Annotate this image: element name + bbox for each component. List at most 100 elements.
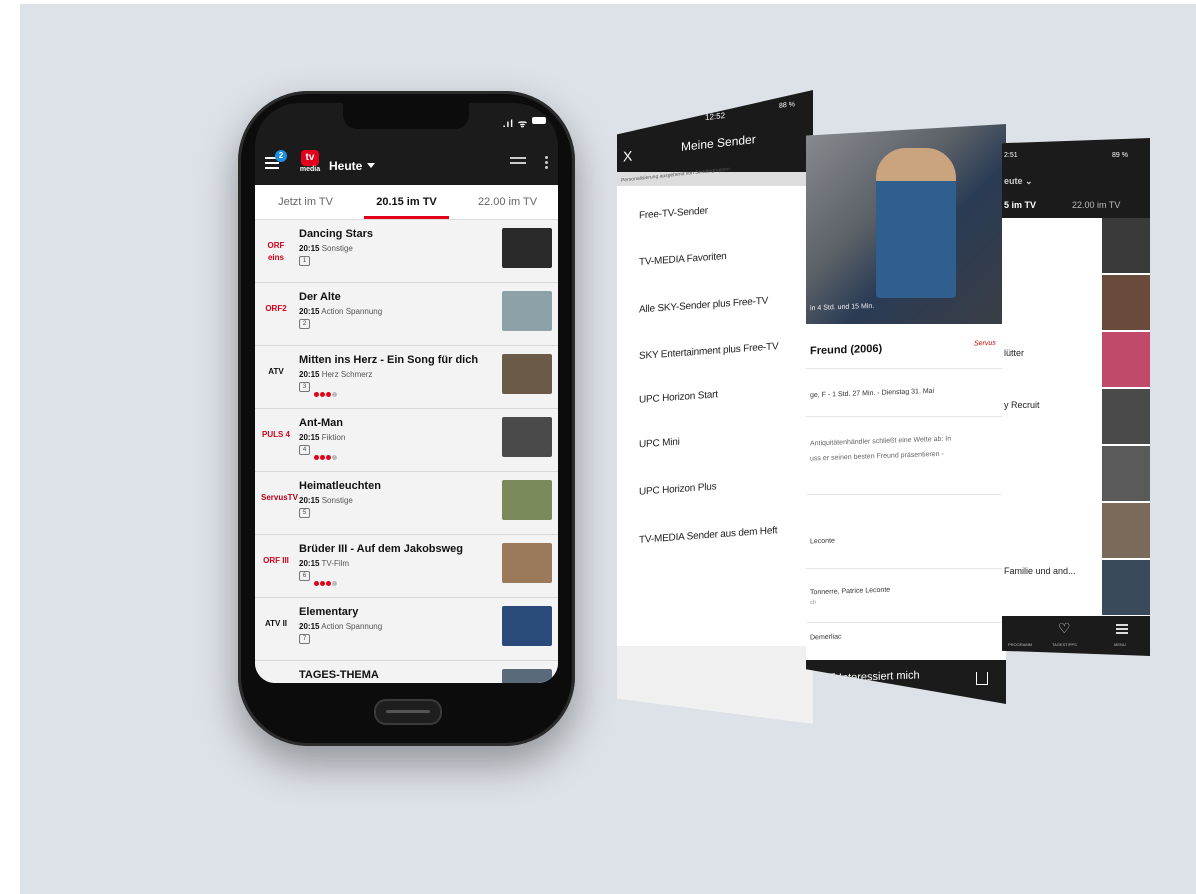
tab-jetzt[interactable]: Jetzt im TV — [255, 185, 356, 219]
program-number: 1 — [299, 256, 310, 266]
program-number: 6 — [299, 571, 310, 581]
thumbnail — [1102, 560, 1150, 615]
program-thumbnail — [502, 354, 552, 394]
notch — [343, 103, 469, 129]
program-number: 4 — [299, 445, 310, 455]
menu-icon[interactable] — [1116, 624, 1128, 636]
phone-mockup: .ıl ᯤ 2 tv media Heute Jetzt im TV 20.15… — [238, 91, 575, 746]
more-vertical-icon[interactable] — [545, 156, 548, 171]
program-title: Brüder III - Auf dem Jakobsweg — [299, 543, 464, 555]
thumbnail-column — [1102, 218, 1150, 616]
rating-dots — [314, 447, 338, 460]
battery-icon — [532, 117, 546, 124]
signal-icon: .ıl ᯤ — [502, 119, 528, 130]
program-meta: 20:15 Fiktion — [299, 433, 346, 442]
program-title: Dancing Stars — [299, 228, 373, 240]
program-meta: ge, F - 1 Std. 27 Min. - Dienstag 31. Ma… — [810, 387, 935, 400]
program-thumbnail — [502, 606, 552, 646]
day-selector[interactable]: Heute — [329, 159, 362, 173]
channel-logo: ORF2 — [265, 304, 287, 313]
program-image — [806, 124, 1006, 324]
list-item[interactable]: lütter — [1004, 348, 1024, 358]
program-row[interactable]: ATV Mitten ins Herz - Ein Song für dich 20… — [255, 346, 558, 409]
nav-label: MENU — [1114, 642, 1126, 647]
program-thumbnail — [502, 543, 552, 583]
home-button[interactable] — [374, 699, 442, 725]
sender-group-item[interactable]: UPC Horizon Plus — [639, 481, 716, 497]
notification-badge: 2 — [275, 150, 287, 162]
tab-2200[interactable]: 22.00 im TV — [1072, 200, 1120, 210]
program-meta: 20:15 Action Spannung — [299, 622, 383, 631]
panel-list: 2:51 89 % eute ⌄ 5 im TV 22.00 im TV lüt… — [1002, 138, 1150, 656]
cast-line: Demerliac — [810, 633, 842, 642]
channel-logo: PULS 4 — [261, 430, 290, 439]
chevron-down-icon[interactable] — [367, 163, 375, 168]
program-row[interactable]: ORF III Brüder III - Auf dem Jakobsweg 20:… — [255, 535, 558, 598]
phone-screen: .ıl ᯤ 2 tv media Heute Jetzt im TV 20.15… — [255, 103, 558, 683]
nav-label: PROGRAMM — [1008, 642, 1032, 647]
status-bar: .ıl ᯤ — [255, 103, 558, 137]
tab-2015[interactable]: 20.15 im TV — [356, 185, 457, 219]
program-number: 3 — [299, 382, 310, 392]
nav-label: TAGESTIPPS — [1052, 642, 1077, 647]
program-number: 7 — [299, 634, 310, 644]
program-row[interactable]: ServusTV Heimatleuchten 20:15 Sonstige 5 — [255, 472, 558, 535]
program-thumbnail — [502, 417, 552, 457]
program-meta: 20:15 Herz Schmerz — [299, 370, 373, 379]
program-number: 2 — [299, 319, 310, 329]
program-meta: 20:15 Sonstige — [299, 244, 353, 253]
thumbnail — [1102, 275, 1150, 330]
sender-list: Free-TV-Sender TV-MEDIA Favoriten Alle S… — [617, 186, 813, 646]
program-description: Antiquitätenhändler schließt eine Wette … — [810, 435, 952, 463]
channel-logo: ORF III — [263, 556, 289, 565]
program-row[interactable]: PULS 4 Ant-Man 20:15 Fiktion 4 — [255, 409, 558, 472]
program-title: Elementary — [299, 606, 359, 618]
program-meta: 20:15 Sonstige — [299, 496, 353, 505]
close-icon[interactable]: X — [623, 148, 632, 165]
tab-2200[interactable]: 22.00 im TV — [457, 185, 558, 219]
sender-group-item[interactable]: TV-MEDIA Sender aus dem Heft — [639, 525, 777, 546]
sender-group-item[interactable]: UPC Horizon Start — [639, 389, 718, 406]
program-title: Ant-Man — [299, 417, 343, 429]
rating-dots — [314, 384, 338, 397]
program-thumbnail — [502, 669, 552, 683]
tab-2015[interactable]: 5 im TV — [1004, 200, 1036, 210]
filter-sliders-icon[interactable] — [510, 157, 526, 169]
sender-group-item[interactable]: Free-TV-Sender — [639, 206, 708, 222]
sender-group-item[interactable]: UPC Mini — [639, 437, 680, 451]
program-number: 5 — [299, 508, 310, 518]
program-title: TAGES-THEMA — [299, 669, 379, 681]
channel-logo: ORF eins — [267, 241, 285, 262]
program-thumbnail — [502, 291, 552, 331]
channel-logo: ATV — [268, 367, 284, 376]
thumbnail — [1102, 332, 1150, 387]
battery-label: 89 % — [1112, 152, 1128, 159]
cast-line: Leconte — [810, 537, 835, 546]
thumbnail — [1102, 503, 1150, 558]
bottom-nav — [1002, 616, 1150, 656]
heart-icon[interactable]: ♡ — [1058, 621, 1072, 635]
program-title: Heimatleuchten — [299, 480, 381, 492]
program-row[interactable]: ORF2 Der Alte 20:15 Action Spannung 2 — [255, 283, 558, 346]
time-tabs: Jetzt im TV 20.15 im TV 22.00 im TV — [255, 185, 558, 220]
program-thumbnail — [502, 228, 552, 268]
channel-logo — [261, 681, 291, 683]
program-row[interactable]: TAGES-THEMA — [255, 661, 558, 683]
sender-group-item[interactable]: TV-MEDIA Favoriten — [639, 251, 727, 268]
channel-logo: ServusTV — [261, 493, 298, 502]
sender-group-item[interactable]: Alle SKY-Sender plus Free-TV — [639, 295, 768, 315]
tv-media-logo[interactable]: tv media — [299, 150, 321, 176]
program-list: ORF eins Dancing Stars 20:15 Sonstige 1 ORF2… — [255, 220, 558, 683]
list-item[interactable]: Familie und and... — [1004, 566, 1076, 576]
day-selector[interactable]: eute ⌄ — [1004, 176, 1033, 187]
list-item[interactable]: y Recruit — [1004, 400, 1040, 410]
program-meta: 20:15 Action Spannung — [299, 307, 383, 316]
battery-label: 88 % — [779, 101, 795, 110]
program-row[interactable]: ATV II Elementary 20:15 Action Spannung 7 — [255, 598, 558, 661]
share-icon[interactable] — [976, 672, 988, 685]
rating-dots — [314, 573, 338, 586]
page-title: Meine Sender — [681, 132, 756, 154]
program-row[interactable]: ORF eins Dancing Stars 20:15 Sonstige 1 — [255, 220, 558, 283]
program-title: Der Alte — [299, 291, 341, 303]
sender-group-item[interactable]: SKY Entertainment plus Free-TV — [639, 341, 778, 362]
